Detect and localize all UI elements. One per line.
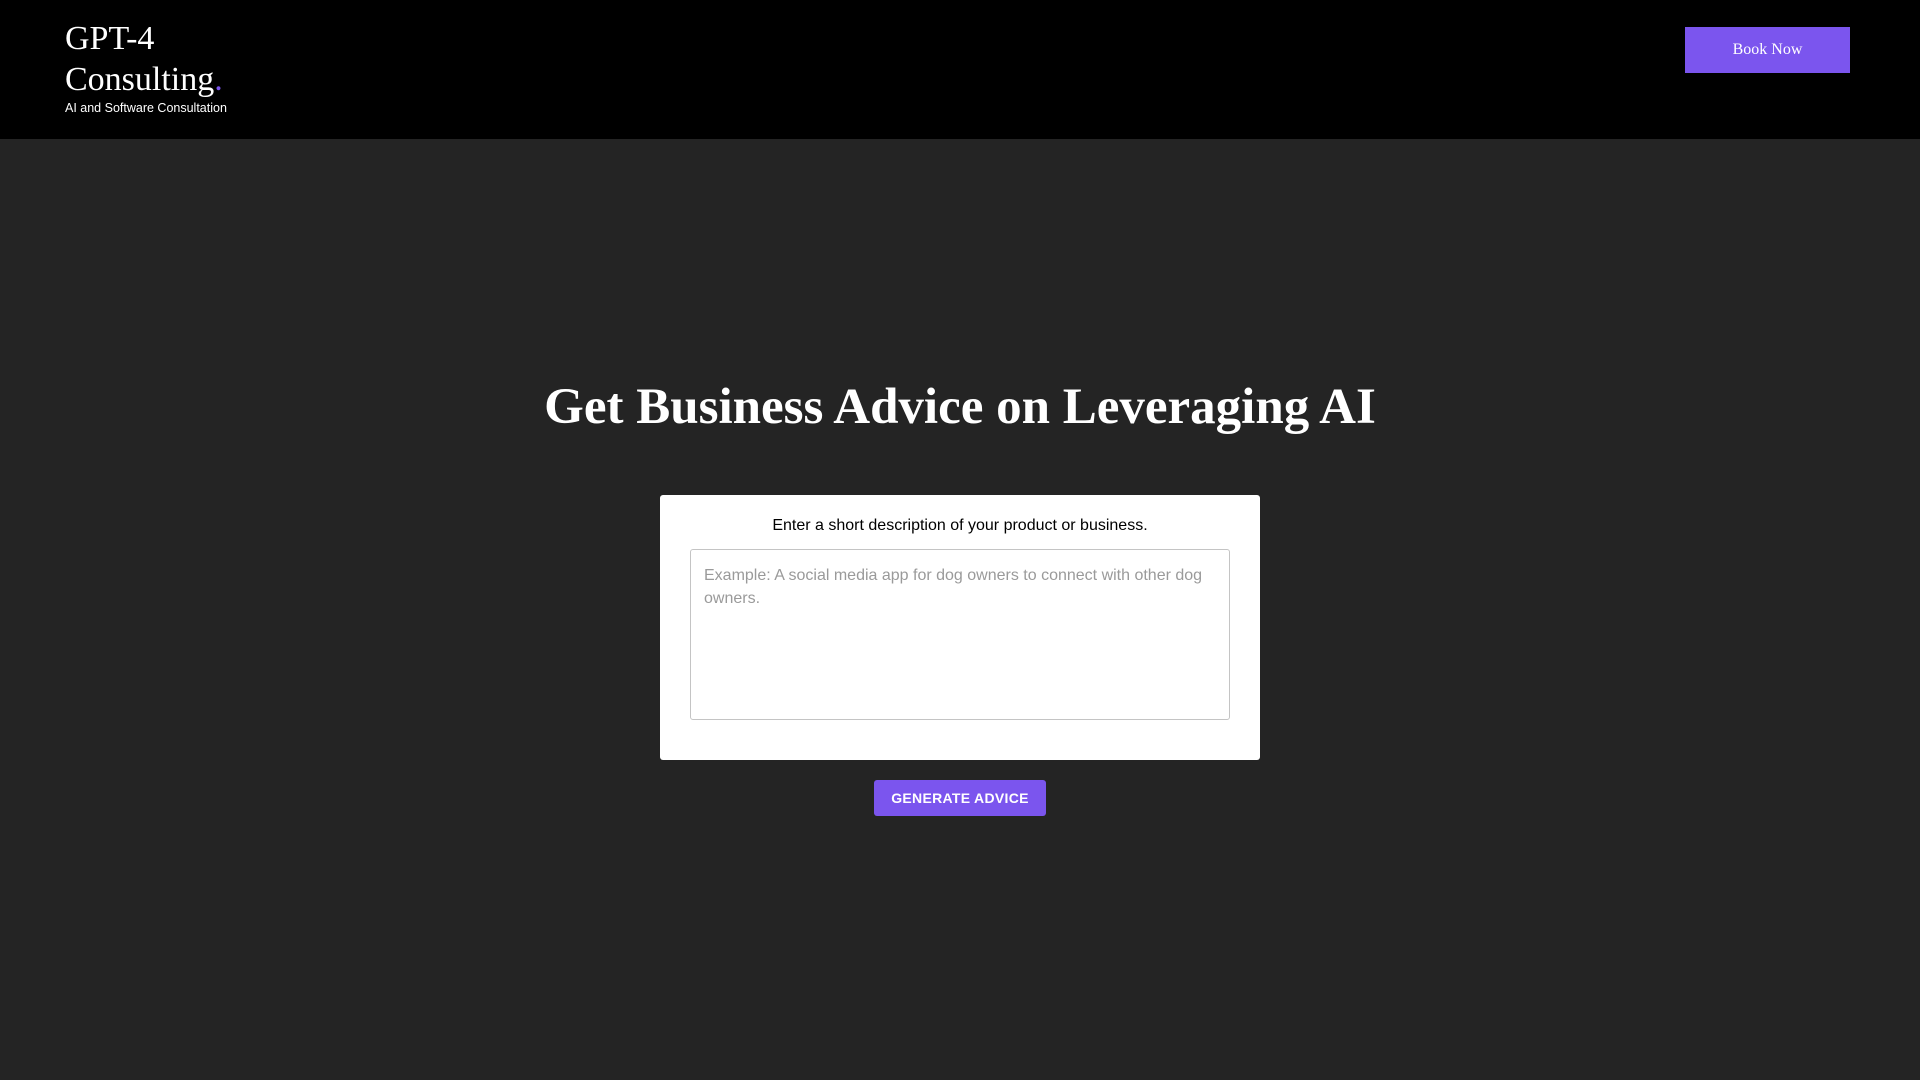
brand-logo[interactable]: GPT-4 Consulting. AI and Software Consul… [65, 18, 227, 115]
brand-tagline: AI and Software Consultation [65, 101, 227, 115]
brand-accent-dot: . [214, 61, 223, 98]
description-label: Enter a short description of your produc… [772, 517, 1148, 534]
brand-name-line1: GPT-4 [65, 20, 155, 57]
brand-name-line2: Consulting. [65, 59, 227, 100]
generate-advice-button[interactable]: GENERATE ADVICE [874, 780, 1046, 816]
site-header: GPT-4 Consulting. AI and Software Consul… [0, 0, 1920, 139]
page-headline: Get Business Advice on Leveraging AI [544, 379, 1376, 435]
brand-name-consulting: Consulting [65, 61, 215, 98]
description-form-card: Enter a short description of your produc… [660, 495, 1260, 760]
description-textarea[interactable] [690, 549, 1230, 720]
book-now-button[interactable]: Book Now [1685, 27, 1850, 73]
